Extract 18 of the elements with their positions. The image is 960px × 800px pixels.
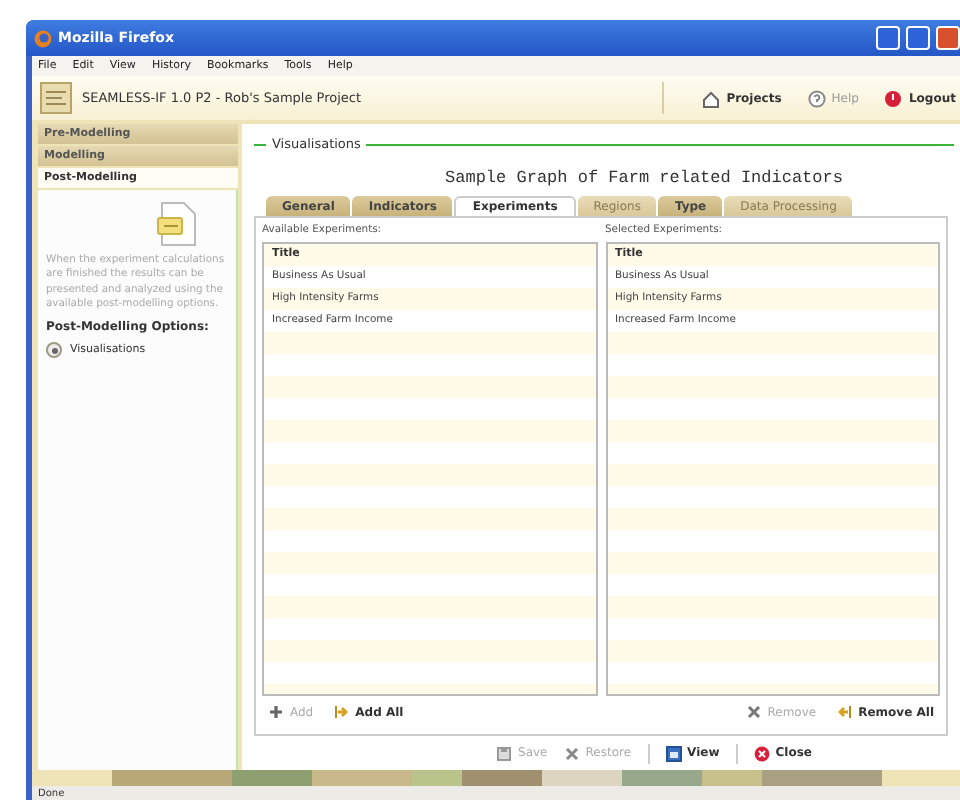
maximize-button[interactable] bbox=[906, 26, 930, 50]
window-icon bbox=[665, 745, 682, 761]
home-icon bbox=[702, 89, 721, 107]
graph-title: Sample Graph of Farm related Indicators bbox=[443, 168, 845, 188]
arrow-icon bbox=[836, 704, 853, 720]
help-icon bbox=[807, 89, 826, 107]
floppy-icon bbox=[496, 745, 513, 761]
cross-icon bbox=[745, 704, 762, 720]
stop-icon bbox=[753, 745, 770, 761]
close-button[interactable] bbox=[936, 26, 960, 50]
minimize-button[interactable] bbox=[876, 26, 900, 50]
power-icon bbox=[884, 89, 903, 107]
browser-logo-icon bbox=[34, 29, 52, 47]
note-icon bbox=[156, 202, 196, 246]
document-icon bbox=[40, 82, 72, 114]
arrow-icon bbox=[333, 704, 350, 720]
cross-icon bbox=[563, 745, 580, 761]
plus-icon bbox=[268, 704, 284, 720]
